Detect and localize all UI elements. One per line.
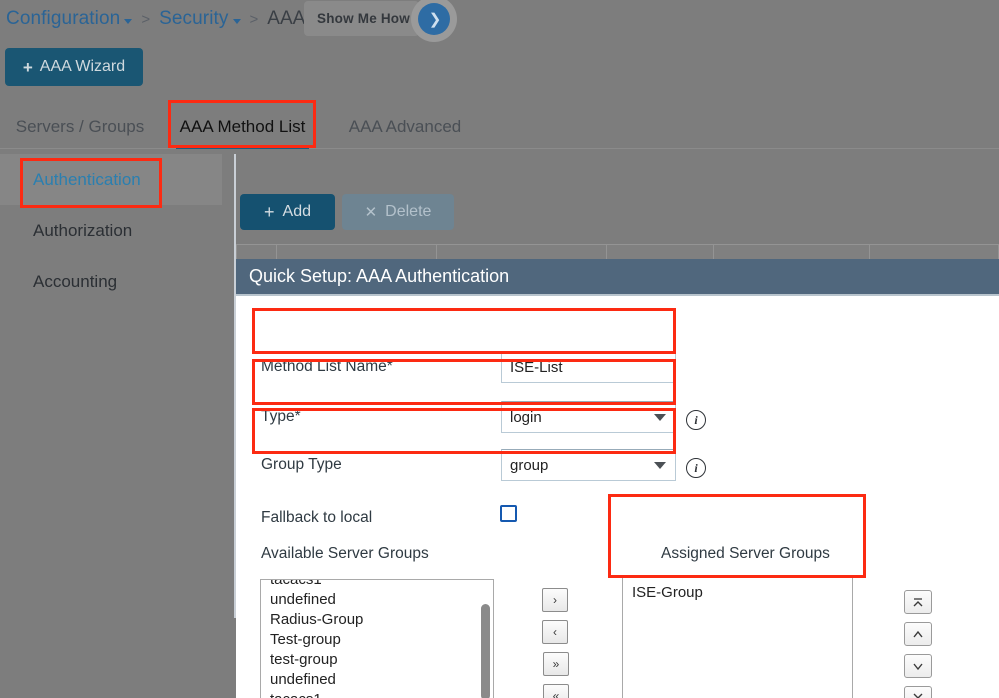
move-all-right-button[interactable]: »: [543, 652, 569, 676]
sidebar-item-accounting[interactable]: Accounting: [0, 256, 222, 307]
list-item[interactable]: tacacs1: [261, 580, 493, 590]
double-chevron-right-icon: »: [552, 657, 560, 671]
tab-servers-groups[interactable]: Servers / Groups: [5, 104, 155, 149]
list-item[interactable]: Radius-Group: [261, 610, 493, 630]
plus-icon: +: [22, 57, 33, 77]
tab-label: Servers / Groups: [15, 116, 145, 136]
modal-body: Method List Name* Type* login i Group Ty…: [236, 296, 999, 698]
list-item[interactable]: ISE-Group: [623, 583, 852, 603]
tab-aaa-method-list[interactable]: AAA Method List: [170, 104, 315, 149]
chevron-down-icon: [124, 18, 133, 24]
move-to-bottom-button[interactable]: [904, 686, 932, 698]
add-button-label: Add: [282, 203, 311, 220]
show-me-how-banner[interactable]: Show Me How: [304, 1, 419, 36]
tab-active-indicator: [176, 145, 309, 149]
breadcrumb-separator: >: [249, 10, 259, 28]
breadcrumb-label: Security: [159, 8, 229, 29]
move-right-button[interactable]: ›: [542, 588, 568, 612]
aaa-wizard-button[interactable]: + AAA Wizard: [5, 48, 143, 86]
list-item[interactable]: test-group: [261, 650, 493, 670]
sidebar: Authentication Authorization Accounting: [0, 154, 222, 618]
available-server-groups-title: Available Server Groups: [261, 545, 429, 562]
available-server-groups-list[interactable]: tacacs1 undefined Radius-Group Test-grou…: [260, 579, 494, 698]
chevron-right-icon: ❯: [418, 3, 450, 35]
breadcrumb-separator: >: [141, 10, 151, 28]
show-me-how-label: Show Me How: [317, 11, 410, 26]
sidebar-divider-inner: [222, 154, 234, 618]
sidebar-item-label: Accounting: [33, 271, 118, 291]
list-item[interactable]: undefined: [261, 670, 493, 690]
breadcrumb-item-configuration[interactable]: Configuration: [6, 8, 133, 30]
field-label: Method List Name*: [261, 358, 393, 375]
breadcrumb-label: Configuration: [6, 8, 121, 29]
chevron-down-icon: [654, 462, 666, 469]
tab-label: AAA Advanced: [348, 116, 462, 136]
chevron-up-bar-icon: [913, 598, 923, 607]
group-type-select-value: group: [510, 456, 549, 474]
list-item[interactable]: tacacs1: [261, 690, 493, 698]
field-label: Type*: [261, 408, 301, 425]
type-info-icon[interactable]: i: [686, 410, 706, 430]
list-item[interactable]: Test-group: [261, 630, 493, 650]
breadcrumb-item-aaa: AAA: [267, 8, 306, 29]
type-select-value: login: [510, 408, 542, 426]
chevron-down-bar-icon: [913, 693, 923, 698]
field-type: Type* login: [261, 401, 701, 433]
move-all-left-button[interactable]: «: [543, 684, 569, 698]
delete-button-label: Delete: [385, 203, 432, 220]
type-select[interactable]: login: [501, 401, 676, 433]
sidebar-item-authentication[interactable]: Authentication: [0, 154, 222, 205]
chevron-down-icon: [232, 18, 241, 24]
method-list-name-input[interactable]: [501, 351, 676, 383]
sidebar-divider: [222, 154, 236, 618]
sidebar-item-label: Authorization: [33, 220, 133, 240]
tab-label: AAA Method List: [179, 116, 306, 136]
fallback-to-local-checkbox[interactable]: [500, 505, 517, 522]
list-scrollbar[interactable]: [481, 604, 490, 698]
delete-button[interactable]: ✕ Delete: [342, 194, 454, 230]
assigned-server-groups-title: Assigned Server Groups: [661, 545, 830, 562]
breadcrumb-item-security[interactable]: Security: [159, 8, 241, 30]
info-glyph: i: [694, 412, 698, 427]
double-chevron-left-icon: «: [552, 689, 560, 698]
chevron-up-icon: [913, 630, 923, 638]
field-label: Fallback to local: [261, 509, 373, 526]
modal-header: Quick Setup: AAA Authentication: [236, 259, 999, 296]
breadcrumb: Configuration > Security > AAA: [0, 0, 999, 38]
sidebar-item-label: Authentication: [33, 169, 141, 189]
move-down-button[interactable]: [904, 654, 932, 678]
aaa-wizard-label: AAA Wizard: [39, 58, 126, 75]
chevron-right-icon: ›: [553, 593, 557, 607]
info-glyph: i: [694, 460, 698, 475]
assigned-server-groups-list[interactable]: ISE-Group: [622, 577, 853, 698]
list-item[interactable]: undefined: [261, 590, 493, 610]
close-x-icon: ✕: [364, 203, 378, 221]
add-button[interactable]: + Add: [240, 194, 335, 230]
field-label: Group Type: [261, 456, 342, 473]
move-to-top-button[interactable]: [904, 590, 932, 614]
move-left-button[interactable]: ‹: [542, 620, 568, 644]
chevron-left-icon: ‹: [553, 625, 557, 639]
field-fallback-to-local: Fallback to local: [261, 502, 701, 534]
tab-bar: Servers / Groups AAA Method List AAA Adv…: [0, 104, 999, 149]
tab-aaa-advanced[interactable]: AAA Advanced: [335, 104, 475, 149]
sidebar-item-authorization[interactable]: Authorization: [0, 205, 222, 256]
chevron-down-icon: [913, 663, 923, 671]
field-group-type: Group Type group: [261, 449, 701, 481]
quick-setup-modal: Quick Setup: AAA Authentication Method L…: [236, 259, 999, 698]
group-type-info-icon[interactable]: i: [686, 458, 706, 478]
plus-icon: +: [264, 202, 275, 222]
move-up-button[interactable]: [904, 622, 932, 646]
modal-title: Quick Setup: AAA Authentication: [249, 266, 510, 286]
field-method-list-name: Method List Name*: [261, 351, 701, 383]
group-type-select[interactable]: group: [501, 449, 676, 481]
chevron-down-icon: [654, 414, 666, 421]
app-screen: Configuration > Security > AAA Show Me H…: [0, 0, 999, 698]
